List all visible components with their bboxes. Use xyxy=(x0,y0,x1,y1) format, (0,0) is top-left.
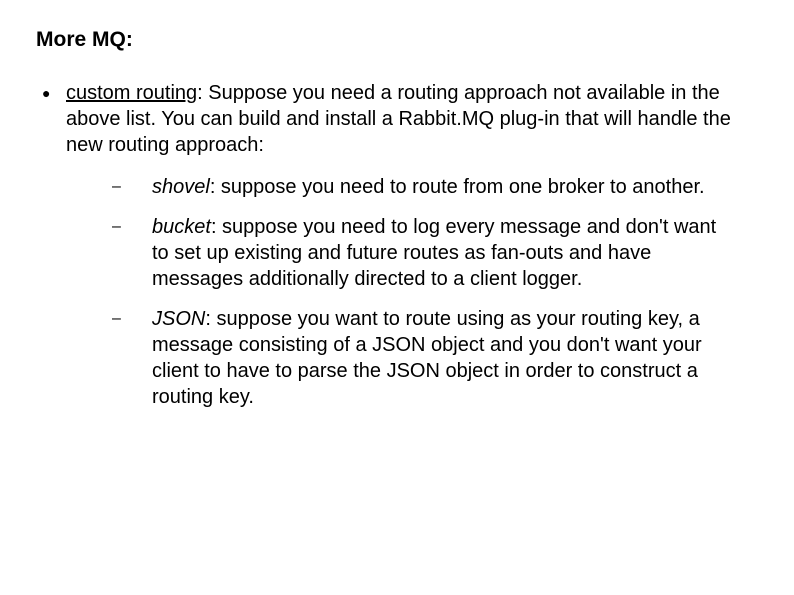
main-bullet-lead: custom routing xyxy=(66,82,197,104)
list-item-text: JSON: suppose you want to route using as… xyxy=(152,306,754,410)
list-item: – bucket: suppose you need to log every … xyxy=(110,214,754,292)
list-item-text: bucket: suppose you need to log every me… xyxy=(152,214,754,292)
list-item-lead: shovel xyxy=(152,176,210,198)
list-item-text: shovel: suppose you need to route from o… xyxy=(152,174,735,200)
list-item-lead: JSON xyxy=(152,308,205,330)
list-item: – shovel: suppose you need to route from… xyxy=(110,174,754,200)
dash-icon: – xyxy=(110,174,152,200)
list-item-rest: : suppose you want to route using as you… xyxy=(152,308,702,408)
list-item-rest: : suppose you need to log every message … xyxy=(152,216,716,290)
slide: More MQ: ● custom routing: Suppose you n… xyxy=(0,0,794,595)
slide-title: More MQ: xyxy=(36,28,754,52)
dash-icon: – xyxy=(110,306,152,410)
dash-icon: – xyxy=(110,214,152,292)
sub-bullet-list: – shovel: suppose you need to route from… xyxy=(110,174,754,410)
list-item: – JSON: suppose you want to route using … xyxy=(110,306,754,410)
main-bullet-row: ● custom routing: Suppose you need a rou… xyxy=(42,80,754,158)
list-item-lead: bucket xyxy=(152,216,211,238)
main-bullet-text: custom routing: Suppose you need a routi… xyxy=(66,80,754,158)
list-item-rest: : suppose you need to route from one bro… xyxy=(210,176,705,198)
bullet-disc-icon: ● xyxy=(42,80,66,158)
